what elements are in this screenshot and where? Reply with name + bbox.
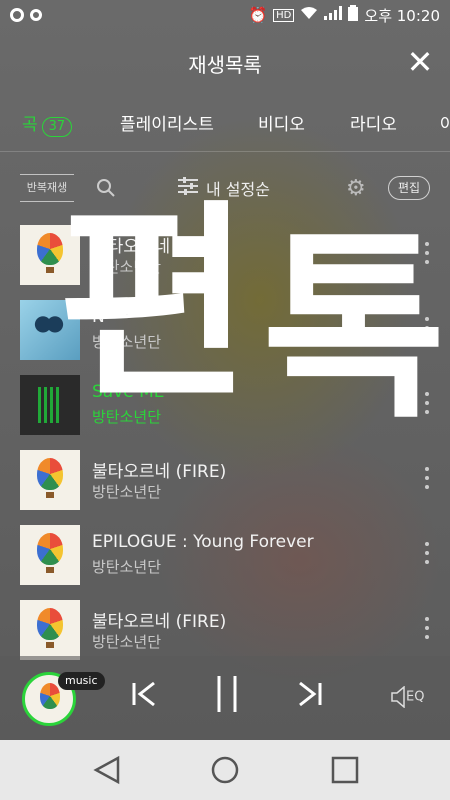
close-button[interactable]: ✕ <box>406 46 434 78</box>
hd-icon: HD <box>273 8 295 22</box>
page-title: 재생목록 <box>188 52 262 77</box>
balloon-art-icon <box>37 608 63 640</box>
status-right: ⏰ HD 오후 10:20 <box>248 5 440 26</box>
tab-more[interactable]: 아 <box>440 110 450 135</box>
status-bar: ⏰ HD 오후 10:20 <box>0 0 450 30</box>
butterfly-art-icon <box>34 314 64 340</box>
tab-playlists-label: 플레이리스트 <box>120 115 214 135</box>
album-art <box>20 225 80 285</box>
list-toolbar: 반복재생 내 설정순 ⚙ 편집 <box>0 170 450 206</box>
song-title: 불타오르네 (FIRE) <box>92 612 227 632</box>
edit-label: 편집 <box>397 181 421 195</box>
list-item[interactable]: EPILOGUE : Young Forever 방탄소년단 <box>0 522 450 597</box>
tab-songs-count: 37 <box>41 117 73 137</box>
song-title: Save ME <box>92 382 165 402</box>
pause-button[interactable] <box>214 674 240 718</box>
song-title: 불타오르네 (FIRE) <box>92 237 227 257</box>
album-art <box>20 300 80 360</box>
tab-video-label: 비디오 <box>258 115 305 135</box>
list-item[interactable]: N 방탄소년단 <box>0 297 450 372</box>
alarm-icon: ⏰ <box>248 6 268 24</box>
song-artist: 방탄소년단 <box>92 333 162 351</box>
song-title: EPILOGUE : Young Forever <box>92 532 314 552</box>
tab-more-label: 아 <box>440 115 450 135</box>
search-icon[interactable] <box>96 178 116 202</box>
back-button[interactable] <box>92 755 122 789</box>
back-icon <box>93 755 120 785</box>
balloon-basket <box>46 567 54 573</box>
tab-video[interactable]: 비디오 <box>258 110 305 135</box>
balloon-art-icon <box>40 683 60 709</box>
song-title: N <box>92 307 105 327</box>
signal-icon <box>324 6 343 24</box>
eq-label: EQ <box>406 689 425 705</box>
tab-songs[interactable]: 곡 37 <box>22 110 73 137</box>
next-button[interactable] <box>296 680 324 712</box>
list-item-now-playing[interactable]: Save ME 방탄소년단 <box>0 372 450 447</box>
repeat-button[interactable]: 반복재생 <box>20 174 74 202</box>
status-time: 오후 10:20 <box>364 6 440 25</box>
previous-icon <box>132 681 155 707</box>
more-options-icon[interactable] <box>424 242 430 264</box>
tab-songs-label: 곡 <box>22 115 38 135</box>
previous-button[interactable] <box>130 680 158 712</box>
more-options-icon[interactable] <box>424 467 430 489</box>
tab-radio[interactable]: 라디오 <box>350 110 397 135</box>
next-icon <box>299 681 322 707</box>
app-ring-icon <box>10 8 24 22</box>
song-title: 불타오르네 (FIRE) <box>92 462 227 482</box>
tab-playlists[interactable]: 플레이리스트 <box>120 110 214 135</box>
sort-icon <box>178 177 198 199</box>
system-nav-bar <box>0 740 450 800</box>
playlist-header: 재생목록 ✕ <box>0 38 450 88</box>
song-artist: 방탄소년단 <box>92 408 162 426</box>
repeat-label: 반복재생 <box>26 181 68 194</box>
balloon-basket <box>46 492 54 498</box>
list-item[interactable]: 불타오르네 (FIRE) 방탄소년단 <box>0 222 450 297</box>
more-options-icon[interactable] <box>424 542 430 564</box>
tab-radio-label: 라디오 <box>350 115 397 135</box>
more-options-icon[interactable] <box>424 317 430 339</box>
home-icon <box>211 756 239 784</box>
album-art <box>20 450 80 510</box>
close-icon: ✕ <box>406 43 434 81</box>
more-options-icon[interactable] <box>424 392 430 414</box>
sort-label: 내 설정순 <box>206 180 270 199</box>
equalizer-button[interactable]: EQ <box>390 685 425 709</box>
song-artist: 방탄소년단 <box>92 633 162 651</box>
song-list: 불타오르네 (FIRE) 방탄소년단 N 방탄소년단 Save ME 방탄소년단… <box>0 222 450 672</box>
status-left <box>10 8 42 22</box>
balloon-art-icon <box>37 458 63 490</box>
list-item[interactable]: 불타오르네 (FIRE) 방탄소년단 <box>0 447 450 522</box>
tab-bar: 곡 37 플레이리스트 비디오 라디오 아 <box>0 96 450 152</box>
music-badge: music <box>58 672 105 690</box>
album-art <box>20 375 80 435</box>
song-artist: 방탄소년단 <box>92 258 162 276</box>
pause-icon <box>217 676 237 712</box>
balloon-basket <box>46 642 54 648</box>
speaker-icon <box>391 685 405 709</box>
recents-button[interactable] <box>330 755 360 789</box>
album-art <box>20 600 80 660</box>
recents-icon <box>331 756 359 784</box>
song-artist: 방탄소년단 <box>92 558 162 576</box>
sort-button[interactable]: 내 설정순 <box>178 174 270 202</box>
balloon-basket <box>46 267 54 273</box>
balloon-art-icon <box>37 533 63 565</box>
balloon-art-icon <box>37 233 63 265</box>
more-options-icon[interactable] <box>424 617 430 639</box>
album-art <box>20 525 80 585</box>
wifi-icon <box>300 6 318 24</box>
neon-art-icon <box>38 387 62 423</box>
edit-button[interactable]: 편집 <box>388 176 430 200</box>
battery-icon <box>348 5 359 25</box>
app-ring-icon <box>30 9 42 21</box>
song-artist: 방탄소년단 <box>92 483 162 501</box>
home-button[interactable] <box>210 755 240 789</box>
mini-player: music EQ <box>0 656 450 740</box>
gear-icon[interactable]: ⚙ <box>346 176 366 201</box>
